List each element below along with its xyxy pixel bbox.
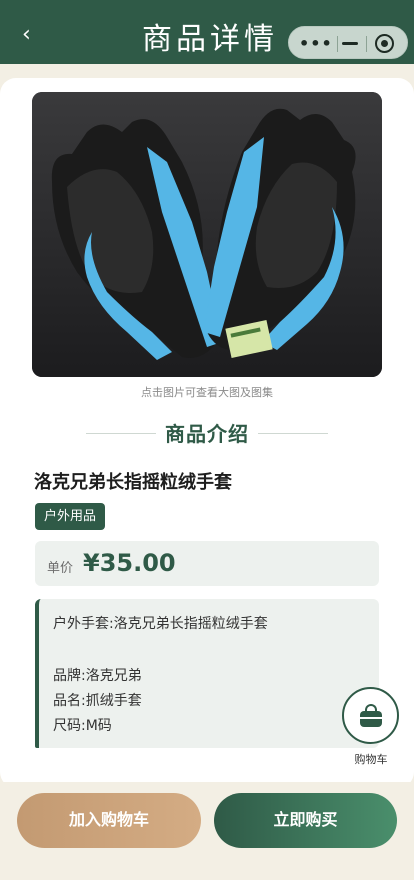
section-title: 商品介绍 — [165, 422, 249, 446]
product-name: 洛克兄弟长指摇粒绒手套 — [34, 472, 232, 493]
back-button[interactable]: ‹ — [22, 24, 44, 46]
divider — [86, 433, 156, 434]
description-panel: 户外手套:洛克兄弟长指摇粒绒手套 品牌:洛克兄弟 品名:抓绒手套 尺码:M码 — [35, 599, 379, 748]
bottom-action-bar: 加入购物车 立即购买 — [0, 782, 414, 880]
description-line: 户外手套:洛克兄弟长指摇粒绒手套 — [53, 616, 268, 632]
miniprogram-capsule: ••• — [288, 26, 408, 59]
description-line: 尺码:M码 — [53, 718, 112, 734]
description-line: 品牌:洛克兄弟 — [53, 668, 142, 684]
target-circle-icon[interactable] — [375, 34, 394, 53]
product-image[interactable] — [32, 92, 382, 377]
divider — [258, 433, 328, 434]
category-badge: 户外用品 — [35, 503, 106, 530]
price-value: ¥35.00 — [83, 549, 176, 577]
description-line: 品名:抓绒手套 — [53, 693, 142, 709]
page-title: 商品详情 — [142, 22, 278, 57]
buy-now-button[interactable]: 立即购买 — [214, 793, 397, 848]
cart-button[interactable] — [342, 687, 399, 744]
section-header: 商品介绍 — [0, 418, 414, 448]
add-to-cart-button[interactable]: 加入购物车 — [17, 793, 201, 848]
minimize-icon[interactable] — [342, 27, 364, 60]
more-dots-icon[interactable]: ••• — [299, 27, 332, 60]
nav-header: ‹ 商品详情 ••• — [0, 0, 414, 64]
image-hint: 点击图片可查看大图及图集 — [141, 386, 273, 399]
price-panel: 单价 ¥35.00 — [35, 541, 379, 586]
cart-label[interactable]: 购物车 — [345, 749, 397, 771]
chevron-left-icon: ‹ — [22, 22, 31, 47]
product-card: 点击图片可查看大图及图集 商品介绍 洛克兄弟长指摇粒绒手套 户外用品 单价 ¥3… — [0, 78, 414, 788]
price-label: 单价 — [47, 561, 74, 576]
